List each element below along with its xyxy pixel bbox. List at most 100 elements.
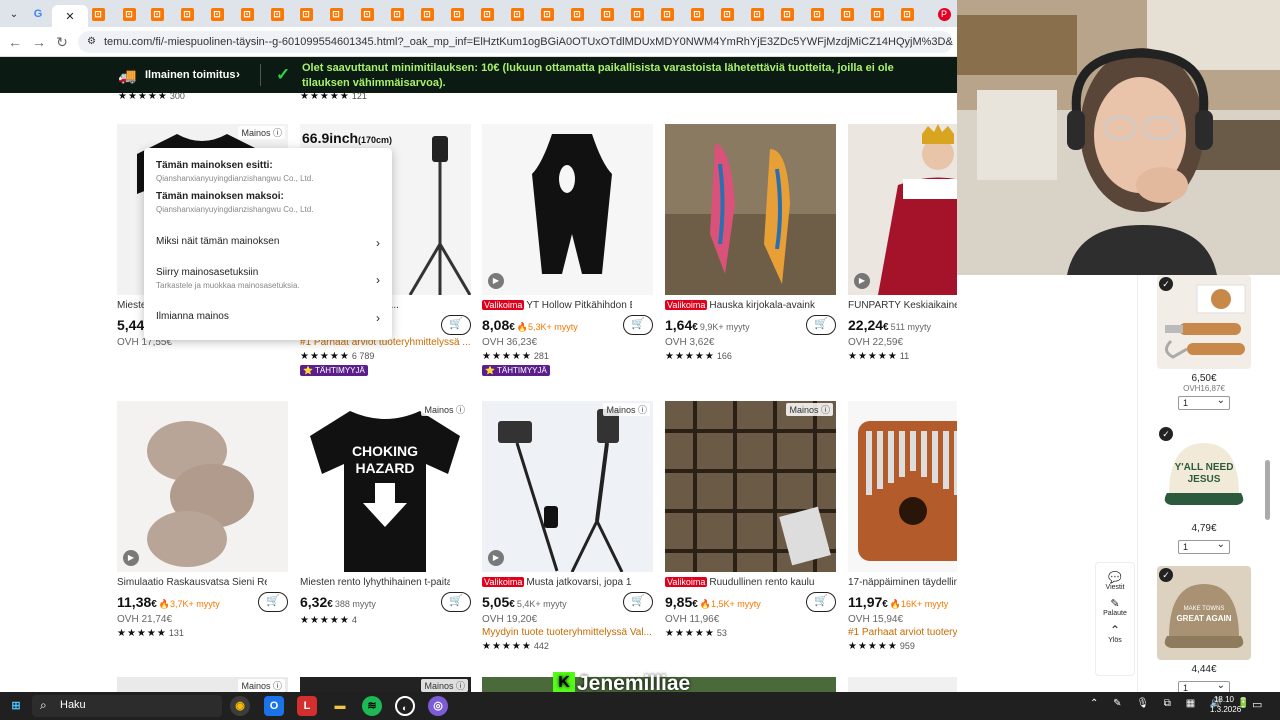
add-to-cart-icon[interactable]: 🛒 — [806, 592, 836, 612]
product-title[interactable]: ValikoimaYT Hollow Pitkähihdon Body, ... — [482, 300, 632, 313]
obs-icon[interactable]: ◐ — [395, 696, 415, 716]
add-to-cart-icon[interactable]: 🛒 — [806, 315, 836, 335]
add-to-cart-icon[interactable]: 🛒 — [441, 315, 471, 335]
product-card[interactable]: ▶ ValikoimaYT Hollow Pitkähihdon Body, ..… — [482, 124, 653, 376]
outlook-icon[interactable]: O — [264, 696, 284, 716]
temu-tab[interactable]: ⊡ — [446, 5, 468, 23]
product-image[interactable]: Mainos ⓘ — [117, 677, 288, 692]
temu-tab[interactable]: ⊡ — [146, 5, 168, 23]
product-image[interactable]: CHOKING HAZARD Mainos ⓘ — [300, 401, 471, 572]
taskbar-clock[interactable]: 18.10 1.3.2026 — [1210, 695, 1241, 715]
scroll-top-button[interactable]: ⌃ Ylös — [1096, 623, 1134, 644]
active-tab[interactable]: ✕ — [52, 5, 88, 27]
spotify-icon[interactable]: ≋ — [362, 696, 382, 716]
temu-tab[interactable]: ⊡ — [506, 5, 528, 23]
chrome-icon[interactable]: ◉ — [230, 696, 250, 716]
product-image[interactable]: Mainos ⓘ — [300, 677, 471, 692]
temu-tab[interactable]: ⊡ — [566, 5, 588, 23]
selected-check-icon[interactable]: ✓ — [1159, 568, 1173, 582]
play-icon[interactable]: ▶ — [488, 273, 504, 289]
add-to-cart-icon[interactable]: 🛒 — [623, 592, 653, 612]
side-cart-item[interactable]: MAKE TOWNS GREAT AGAIN ✓ 4,44€ 1 — [1157, 566, 1251, 695]
product-card[interactable]: Mainos ⓘ ▶ Valikoima Musta jatkovarsi, jopa… — [482, 401, 653, 652]
temu-tab[interactable]: ⊡ — [386, 5, 408, 23]
product-card[interactable]: ▶ Simulaatio Raskausvatsa Sieni Rekvisiit… — [117, 401, 288, 639]
product-title[interactable]: Simulaatio Raskausvatsa Sieni Rekvisiitt… — [117, 577, 267, 590]
add-to-cart-icon[interactable]: 🛒 — [258, 592, 288, 612]
play-icon[interactable]: ▶ — [123, 550, 139, 566]
app-circle-icon[interactable]: ◎ — [428, 696, 448, 716]
add-to-cart-icon[interactable]: 🛒 — [623, 315, 653, 335]
why-this-ad-item[interactable]: Miksi näit tämän mainoksen › — [156, 236, 380, 250]
back-icon[interactable]: ← — [6, 33, 24, 51]
temu-tab[interactable]: ⊡ — [87, 5, 109, 23]
messages-button[interactable]: 💬 Viestit — [1096, 571, 1134, 591]
temu-tab[interactable]: ⊡ — [806, 5, 828, 23]
temu-tab[interactable]: ⊡ — [776, 5, 798, 23]
product-card[interactable]: CHOKING HAZARD Mainos ⓘ Miesten rento lyhyt… — [300, 401, 471, 626]
ad-label[interactable]: Mainos ⓘ — [421, 403, 468, 416]
ad-label[interactable]: Mainos ⓘ — [421, 679, 468, 692]
ad-label[interactable]: Mainos ⓘ — [238, 679, 285, 692]
notification-icon[interactable]: ▭ — [1252, 698, 1262, 711]
forward-icon[interactable]: → — [30, 33, 48, 51]
temu-tab[interactable]: ⊡ — [716, 5, 738, 23]
temu-tab[interactable]: ⊡ — [836, 5, 858, 23]
ad-label[interactable]: Mainos ⓘ — [786, 403, 833, 416]
ad-label[interactable]: Mainos ⓘ — [238, 126, 285, 139]
side-cart-item[interactable]: ✓ 6,50€ OVH16,87€ 1 — [1157, 275, 1251, 410]
play-icon[interactable]: ▶ — [488, 550, 504, 566]
temu-tab[interactable]: ⊡ — [656, 5, 678, 23]
url-input[interactable]: ⚙ temu.com/fi/-miespuolinen-täysin--g-60… — [78, 31, 953, 53]
ad-label[interactable]: Mainos ⓘ — [603, 403, 650, 416]
play-icon[interactable]: ▶ — [854, 273, 870, 289]
product-title[interactable]: ValikoimaHauska kirjokala-avainketju, ke… — [665, 300, 815, 313]
selected-check-icon[interactable]: ✓ — [1159, 277, 1173, 291]
quantity-select[interactable]: 1 — [1178, 395, 1230, 410]
site-info-icon[interactable]: ⚙ — [87, 31, 96, 53]
selected-check-icon[interactable]: ✓ — [1159, 427, 1173, 441]
windows-start-icon[interactable]: ⊞ — [6, 696, 26, 716]
temu-tab[interactable]: ⊡ — [596, 5, 618, 23]
product-image[interactable]: Mainos ⓘ ▶ — [482, 401, 653, 572]
app-l-icon[interactable]: L — [297, 696, 317, 716]
side-cart-item[interactable]: Y'ALL NEED JESUS ✓ 4,79€ 1 — [1157, 425, 1251, 554]
temu-tab[interactable]: ⊡ — [266, 5, 288, 23]
temu-tab[interactable]: ⊡ — [536, 5, 558, 23]
temu-tab[interactable]: ⊡ — [356, 5, 378, 23]
add-to-cart-icon[interactable]: 🛒 — [441, 592, 471, 612]
product-title[interactable]: ValikoimaRuudullinen rento kauluspaita .… — [665, 577, 815, 590]
close-tab-icon[interactable]: ✕ — [65, 10, 74, 23]
report-ad-item[interactable]: Ilmianna mainos › — [156, 311, 380, 325]
temu-tab[interactable]: ⊡ — [325, 5, 347, 23]
file-explorer-icon[interactable]: ▬ — [330, 696, 350, 716]
free-shipping-link[interactable]: Ilmainen toimitus — [145, 69, 235, 81]
product-card[interactable]: Mainos ⓘ Valikoima Ruudullinen rento kaulu… — [665, 401, 836, 639]
temu-tab[interactable]: ⊡ — [626, 5, 648, 23]
product-card[interactable]: ValikoimaHauska kirjokala-avainketju, ke… — [665, 124, 836, 362]
product-image[interactable]: ▶ — [482, 124, 653, 295]
quantity-select[interactable]: 1 — [1178, 539, 1230, 554]
taskbar-search[interactable]: ⌕ Haku — [32, 695, 222, 717]
temu-tab[interactable]: ⊡ — [295, 5, 317, 23]
temu-tab[interactable]: ⊡ — [416, 5, 438, 23]
temu-tab[interactable]: ⊡ — [236, 5, 258, 23]
temu-tab[interactable]: ⊡ — [896, 5, 918, 23]
google-tab[interactable]: G — [27, 5, 49, 23]
temu-tab[interactable]: ⊡ — [476, 5, 498, 23]
tab-list-button[interactable]: ⌄ — [3, 5, 25, 23]
pinterest-tab[interactable]: P — [933, 5, 955, 23]
temu-tab[interactable]: ⊡ — [746, 5, 768, 23]
feedback-button[interactable]: ✎ Palaute — [1096, 597, 1134, 617]
reload-icon[interactable]: ↻ — [53, 33, 71, 51]
temu-tab[interactable]: ⊡ — [686, 5, 708, 23]
temu-tab[interactable]: ⊡ — [176, 5, 198, 23]
ad-settings-item[interactable]: Siirry mainosasetuksiin › Tarkastele ja mu… — [156, 267, 380, 290]
temu-tab[interactable]: ⊡ — [206, 5, 228, 23]
temu-tab[interactable]: ⊡ — [866, 5, 888, 23]
product-image[interactable]: ▶ — [117, 401, 288, 572]
product-title[interactable]: ValikoimaMusta jatkovarsi, jopa 167 cm .… — [482, 577, 632, 590]
scrollbar-thumb[interactable] — [1265, 460, 1270, 520]
temu-tab[interactable]: ⊡ — [118, 5, 140, 23]
product-title[interactable]: Miesten rento lyhythihainen t-paita - He… — [300, 577, 450, 590]
